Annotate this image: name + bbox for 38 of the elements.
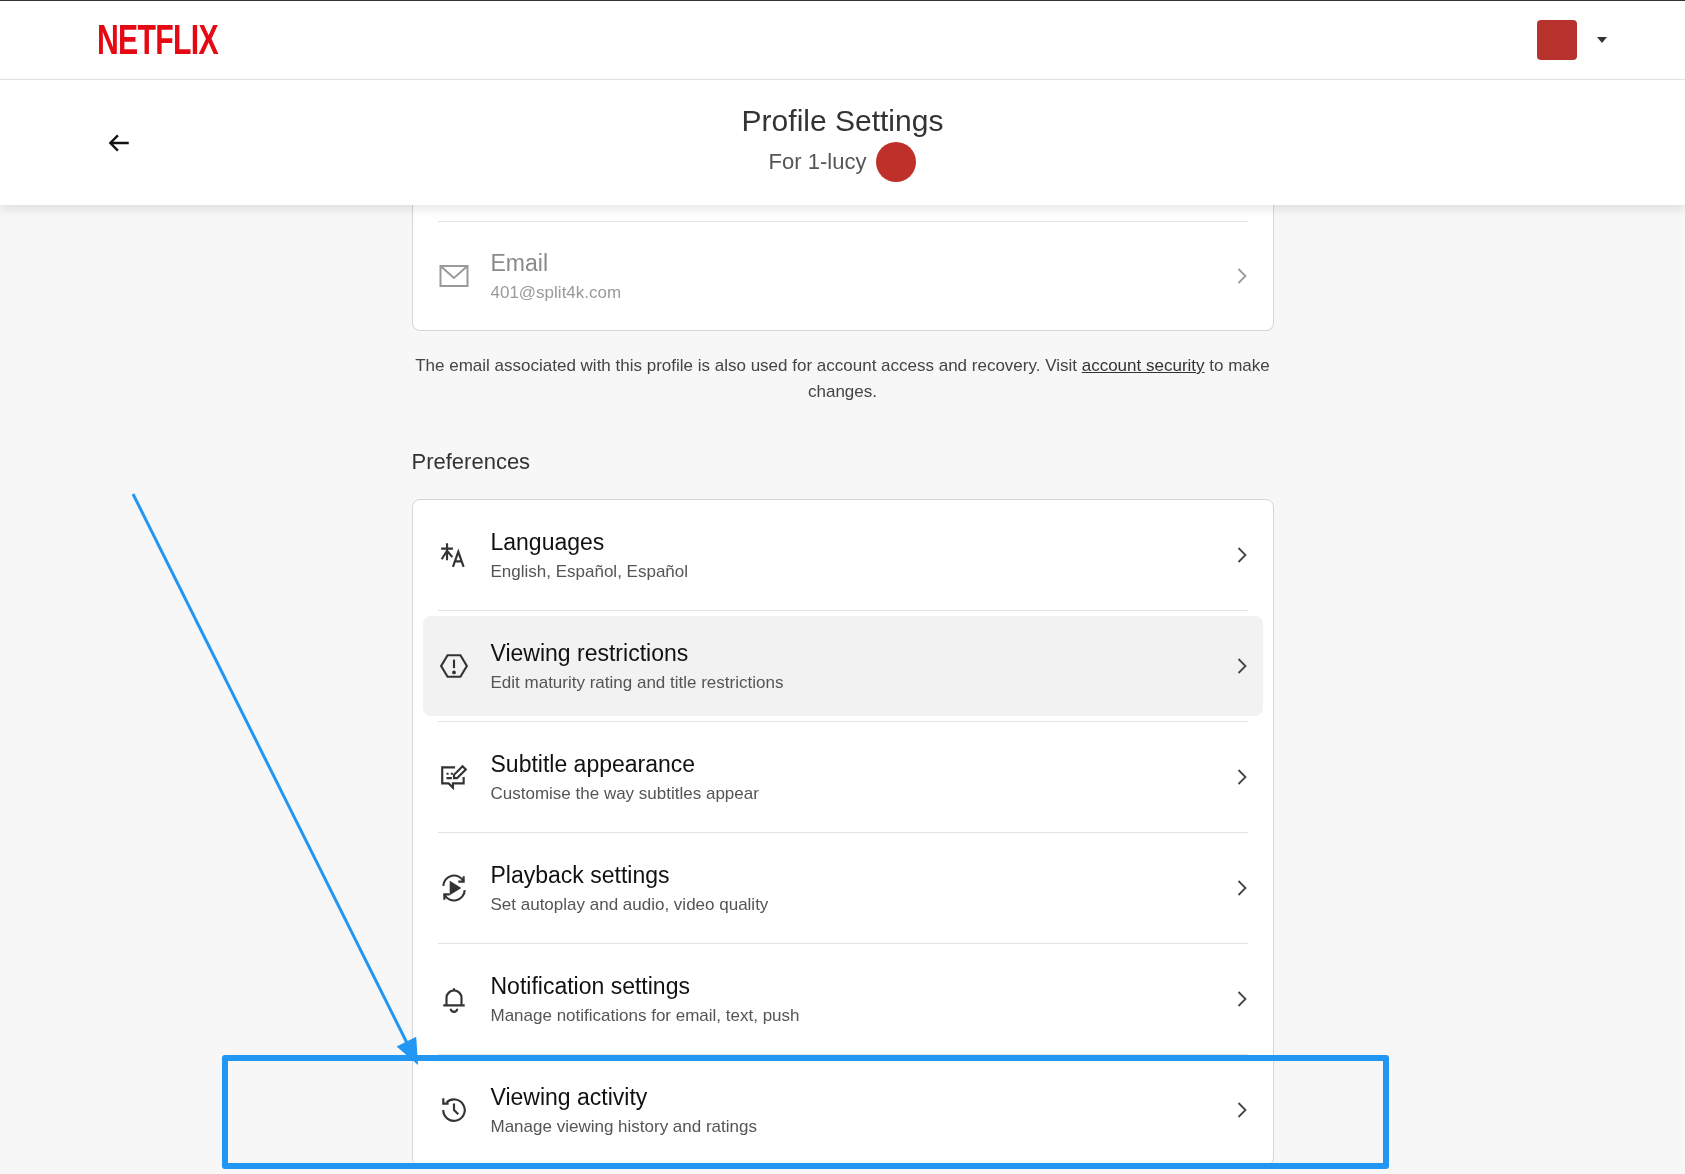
account-security-link[interactable]: account security xyxy=(1081,356,1205,375)
chevron-right-icon xyxy=(1236,268,1247,284)
row-title: Playback settings xyxy=(490,861,671,889)
row-title: Email xyxy=(490,249,549,277)
chevron-right-icon xyxy=(1236,547,1247,563)
settings-row[interactable]: Subtitle appearance Customise the way subtitles appear xyxy=(422,727,1263,827)
row-subtitle: 401@split4k.com xyxy=(490,282,623,303)
envelope-icon xyxy=(438,264,469,288)
settings-row[interactable]: Notification settings Manage notifications for email, text, push xyxy=(422,949,1263,1049)
row-title: Subtitle appearance xyxy=(490,750,697,778)
chevron-right-icon xyxy=(1236,769,1247,785)
row-subtitle: Set autoplay and audio, video quality xyxy=(490,894,770,915)
captions-pencil-icon xyxy=(438,762,469,792)
row-subtitle: Manage viewing history and ratings xyxy=(490,1116,758,1137)
row-title: Viewing activity xyxy=(490,1083,649,1111)
profile-avatar xyxy=(876,141,917,182)
row-title: Notification settings xyxy=(490,972,691,1000)
chevron-right-icon xyxy=(1236,991,1247,1007)
row-title: Languages xyxy=(490,528,606,556)
chevron-right-icon xyxy=(1236,1102,1247,1118)
settings-row[interactable]: Viewing restrictions Edit maturity rating and title restrictions xyxy=(422,616,1263,716)
caret-icon[interactable] xyxy=(1597,37,1607,43)
profile-name: For 1-lucy xyxy=(768,148,867,175)
settings-row[interactable]: Viewing activity Manage viewing history and ratings xyxy=(422,1060,1263,1160)
settings-row[interactable]: Languages English, Español, Español xyxy=(422,505,1263,605)
section-heading: Preferences xyxy=(411,449,532,475)
hexagon-exclamation-icon xyxy=(438,651,469,681)
row-subtitle: Manage notifications for email, text, push xyxy=(490,1005,801,1026)
row-title: Viewing restrictions xyxy=(490,639,690,667)
row-subtitle: Edit maturity rating and title restrictions xyxy=(490,672,785,693)
email-note: The email associated with this profile is also used for account access and recovery. Visit account security to make changes. xyxy=(414,355,1271,403)
netflix-logo[interactable]: NETFLIX xyxy=(97,16,218,64)
row-subtitle: English, Español, Español xyxy=(490,561,690,582)
row-subtitle: Customise the way subtitles appear xyxy=(490,783,760,804)
chevron-right-icon xyxy=(1236,658,1247,674)
page-title: Profile Settings xyxy=(741,103,944,138)
chevron-right-icon xyxy=(1236,880,1247,896)
settings-row[interactable]: Playback settings Set autoplay and audio, video quality xyxy=(422,838,1263,938)
